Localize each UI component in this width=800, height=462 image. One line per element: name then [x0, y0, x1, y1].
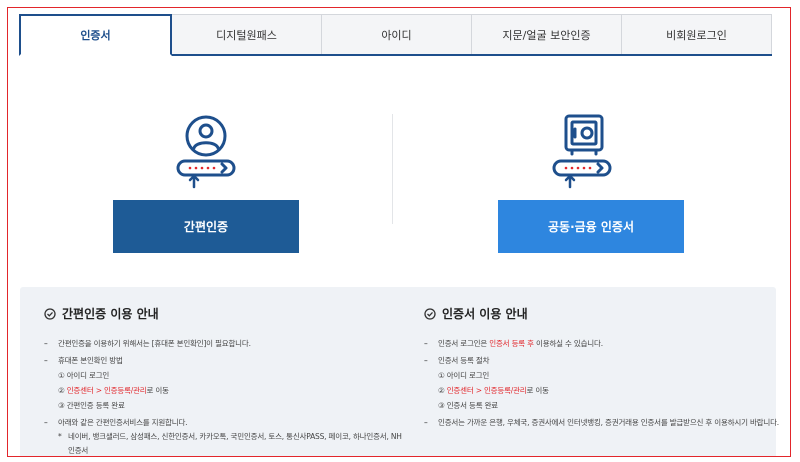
check-circle-icon: [424, 307, 436, 320]
supported-services: 네이버, 뱅크샐러드, 삼성패스, 신한인증서, 카카오톡, 국민인증서, 토스…: [58, 430, 404, 456]
guide-item: 인증서 로그인은 인증서 등록 후 이용하실 수 있습니다.: [424, 336, 784, 351]
auth-methods: 간편인증 공동·금융 인증서: [20, 54, 772, 280]
safe-key-icon: [552, 114, 612, 189]
check-circle-icon: [44, 307, 56, 320]
guide-item: 아래와 같은 간편인증서비스를 지원합니다. 네이버, 뱅크샐러드, 삼성패스,…: [44, 415, 404, 456]
tab-guest-login[interactable]: 비회원로그인: [621, 14, 772, 54]
certificate-button[interactable]: 공동·금융 인증서: [498, 200, 684, 253]
usage-guide: 간편인증 이용 안내 간편인증을 이용하기 위해서는 [휴대폰 본인확인]이 필…: [20, 287, 779, 456]
guide-item: 간편인증을 이용하기 위해서는 [휴대폰 본인확인]이 필요합니다.: [44, 336, 404, 351]
simple-auth-button[interactable]: 간편인증: [113, 200, 299, 253]
guide-item: 휴대폰 본인확인 방법 ① 아이디 로그인 ② 인증센터 > 인증등록/관리로 …: [44, 353, 404, 413]
tab-biometric[interactable]: 지문/얼굴 보안인증: [471, 14, 622, 54]
simple-auth-guide: 간편인증 이용 안내 간편인증을 이용하기 위해서는 [휴대폰 본인확인]이 필…: [44, 305, 404, 456]
login-tabs: 인증서 디지털원패스 아이디 지문/얼굴 보안인증 비회원로그인: [19, 14, 772, 56]
person-key-icon: [176, 115, 236, 189]
tab-digital-onepass[interactable]: 디지털원패스: [171, 14, 322, 54]
tab-certificate[interactable]: 인증서: [19, 14, 172, 56]
guide-item: 인증서는 가까운 은행, 우체국, 증권사에서 인터넷뱅킹, 증권거래용 인증서…: [424, 415, 784, 430]
login-panel: 인증서 디지털원패스 아이디 지문/얼굴 보안인증 비회원로그인 간편인증 공동…: [7, 7, 791, 457]
guide-step: ② 인증센터 > 인증등록/관리로 이동: [438, 386, 549, 395]
simple-auth-method: 간편인증: [20, 54, 396, 280]
certificate-guide: 인증서 이용 안내 인증서 로그인은 인증서 등록 후 이용하실 수 있습니다.…: [424, 305, 784, 430]
certificate-method: 공동·금융 인증서: [396, 54, 772, 280]
guide-title: 인증서 이용 안내: [424, 305, 784, 322]
tab-id[interactable]: 아이디: [321, 14, 472, 54]
guide-title: 간편인증 이용 안내: [44, 305, 404, 322]
guide-step: ② 인증센터 > 인증등록/관리로 이동: [58, 386, 169, 395]
guide-item: 인증서 등록 절차 ① 아이디 로그인 ② 인증센터 > 인증등록/관리로 이동…: [424, 353, 784, 413]
